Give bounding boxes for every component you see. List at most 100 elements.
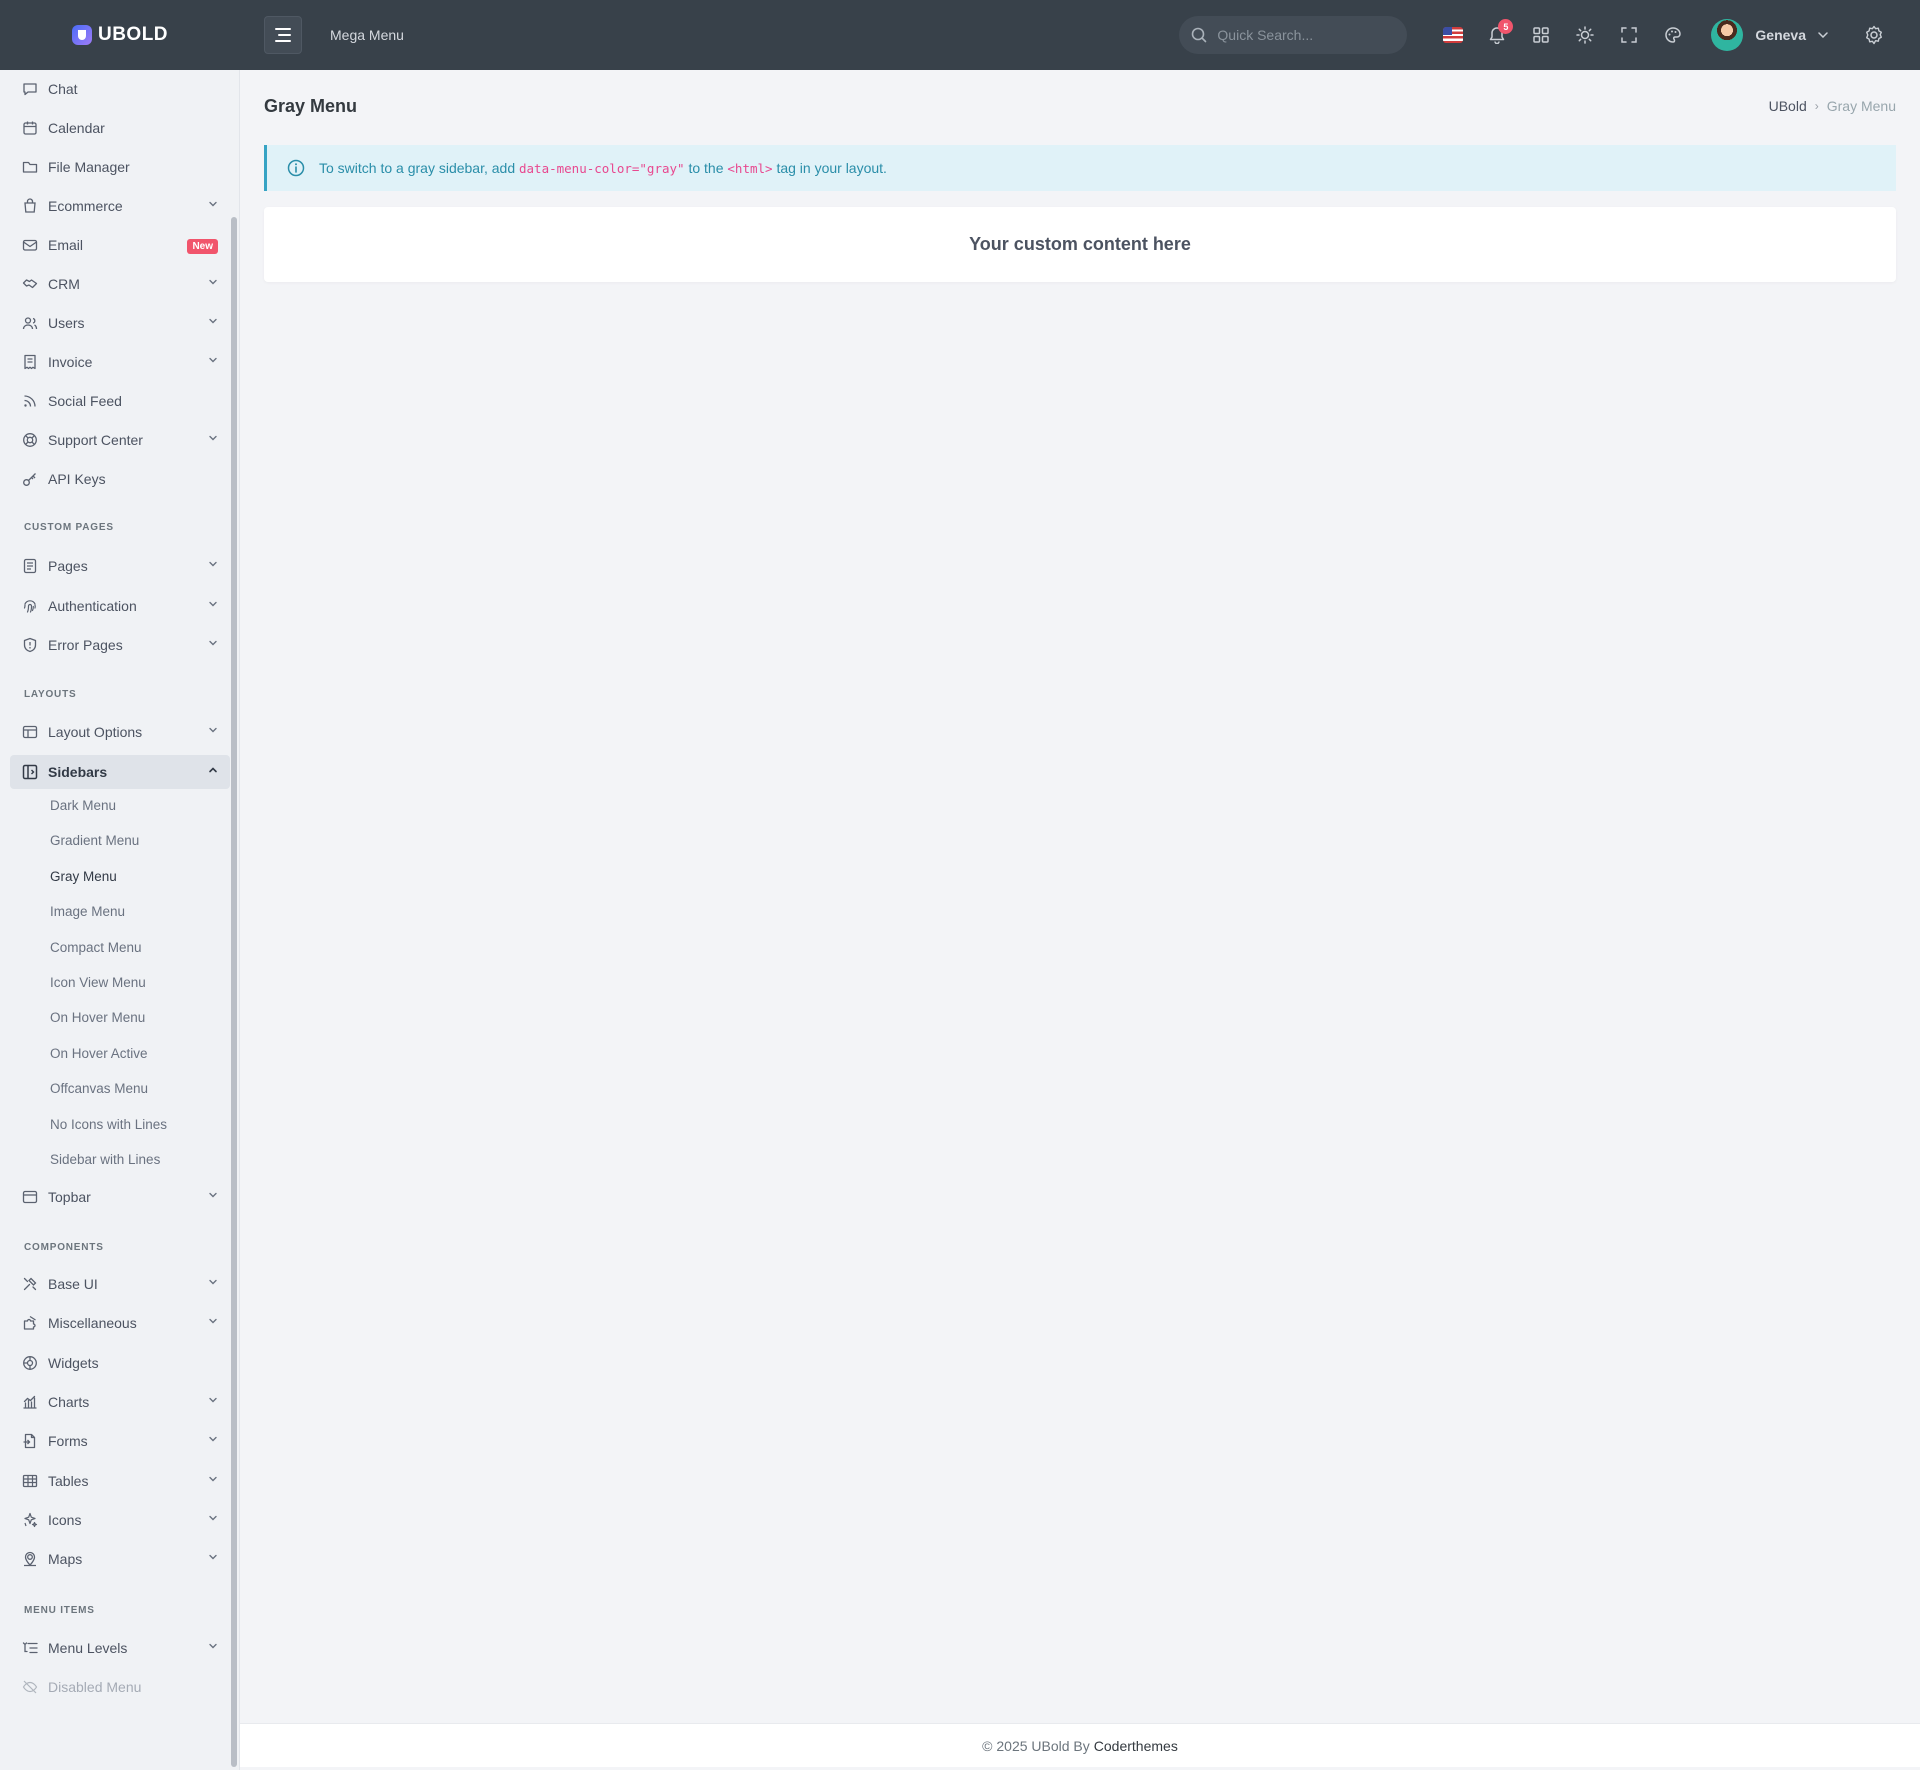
submenu-item-no-icons-with-lines[interactable]: No Icons with Lines [50, 1117, 167, 1132]
sidebar-item-error-pages[interactable]: Error Pages [10, 628, 230, 662]
sidebar-item-file-manager[interactable]: File Manager [10, 150, 230, 184]
breadcrumb-home-link[interactable]: UBold [1769, 98, 1807, 114]
hamburger-icon [275, 28, 291, 42]
chevron-right-icon: › [1814, 99, 1819, 113]
alert-text: To switch to a gray sidebar, add data-me… [319, 160, 887, 176]
invoice-icon [22, 354, 38, 370]
info-alert: To switch to a gray sidebar, add data-me… [264, 145, 1896, 191]
page-title: Gray Menu [264, 96, 358, 116]
footer: © 2025 UBold By Coderthemes [240, 1723, 1920, 1767]
sidebar-item-tables[interactable]: Tables [10, 1464, 230, 1498]
chevron-down-icon [209, 561, 217, 567]
language-selector[interactable] [1431, 13, 1475, 57]
window-icon [22, 1189, 38, 1205]
mega-menu-link[interactable]: Mega Menu [330, 27, 404, 43]
brand-logo[interactable]: UBOLD [0, 24, 240, 46]
footer-copyright: © 2025 UBold By [982, 1737, 1090, 1754]
chevron-down-icon [209, 640, 217, 646]
sidebar-item-label: Forms [48, 1433, 88, 1450]
sidebar-item-label: Ecommerce [48, 198, 123, 214]
sidebar-item-label: Error Pages [48, 637, 123, 653]
sidebar-item-topbar[interactable]: Topbar [10, 1180, 230, 1214]
submenu-item-offcanvas-menu[interactable]: Offcanvas Menu [50, 1081, 148, 1096]
footer-brand-link[interactable]: Coderthemes [1094, 1738, 1178, 1754]
topbar: UBOLD Mega Menu 5 Geneva [0, 0, 1920, 70]
search-icon [1192, 27, 1207, 43]
sidebar-item-users[interactable]: Users [10, 306, 230, 340]
sidebar-item-pages[interactable]: Pages [10, 549, 230, 583]
user-menu[interactable]: Geneva [1711, 19, 1828, 51]
sidebar-item-label: Miscellaneous [48, 1315, 137, 1332]
sidebar-item-menu-levels[interactable]: Menu Levels [10, 1631, 230, 1665]
theme-toggle-button[interactable] [1563, 13, 1607, 57]
submenu-item-sidebar-with-lines[interactable]: Sidebar with Lines [50, 1152, 160, 1167]
sidebar-item-label: API Keys [48, 471, 106, 487]
chevron-down-icon [209, 1397, 217, 1403]
apps-button[interactable] [1519, 13, 1563, 57]
widget-icon [22, 1355, 38, 1371]
fullscreen-icon [1621, 27, 1638, 43]
submenu-item-on-hover-menu[interactable]: On Hover Menu [50, 1010, 145, 1025]
sidebar-item-api-keys[interactable]: API Keys [10, 462, 230, 496]
submenu-item-dark-menu[interactable]: Dark Menu [50, 798, 116, 813]
alert-text-prefix: To switch to a gray sidebar, add [319, 160, 516, 176]
notifications-button[interactable]: 5 [1475, 13, 1519, 57]
sidebar-item-support-center[interactable]: Support Center [10, 423, 230, 457]
chevron-down-icon [209, 1436, 217, 1442]
sidebar-item-label: Base UI [48, 1276, 98, 1292]
settings-button[interactable] [1852, 13, 1896, 57]
chevron-down-icon [209, 1554, 217, 1560]
sidebar-item-label: Pages [48, 558, 88, 574]
lifebuoy-icon [22, 432, 38, 448]
submenu-item-gradient-menu[interactable]: Gradient Menu [50, 833, 139, 848]
breadcrumb: UBold › Gray Menu [1769, 98, 1896, 114]
sidebar-item-chat[interactable]: Chat [10, 72, 230, 106]
sidebar-item-icons[interactable]: Icons [10, 1503, 230, 1537]
search-box[interactable] [1179, 16, 1408, 54]
sidebar-item-miscellaneous[interactable]: Miscellaneous [10, 1306, 230, 1340]
sidebar-item-label: Menu Levels [48, 1640, 128, 1656]
file-icon [22, 558, 38, 574]
palette-button[interactable] [1651, 13, 1695, 57]
search-input[interactable] [1217, 27, 1388, 43]
submenu-item-on-hover-active[interactable]: On Hover Active [50, 1046, 148, 1061]
chevron-down-icon [209, 1643, 217, 1649]
sidebar-item-charts[interactable]: Charts [10, 1385, 230, 1419]
sidebar-item-widgets[interactable]: Widgets [10, 1346, 230, 1380]
submenu-item-compact-menu[interactable]: Compact Menu [50, 940, 142, 955]
breadcrumb-current: Gray Menu [1826, 98, 1896, 114]
sidebar-item-authentication[interactable]: Authentication [10, 589, 230, 623]
sidebar-scrollbar[interactable] [231, 217, 237, 1767]
sidebar-item-invoice[interactable]: Invoice [10, 345, 230, 379]
sidebar-item-calendar[interactable]: Calendar [10, 111, 230, 145]
chevron-down-icon [209, 1279, 217, 1285]
sidebar-toggle-button[interactable] [264, 16, 302, 54]
brand-name: UBOLD [97, 24, 169, 45]
sidebar-item-email[interactable]: Email New [10, 228, 230, 262]
submenu-item-gray-menu[interactable]: Gray Menu [50, 869, 117, 884]
sidebar-item-forms[interactable]: Forms [10, 1424, 230, 1458]
sidebar-item-crm[interactable]: CRM [10, 267, 230, 301]
chevron-down-icon [209, 1476, 217, 1481]
fullscreen-button[interactable] [1607, 13, 1651, 57]
sidebar-item-sidebars[interactable]: Sidebars [10, 755, 230, 789]
sparkle-icon [22, 1512, 38, 1528]
sidebar-item-label: Calendar [48, 120, 105, 136]
submenu-item-icon-view-menu[interactable]: Icon View Menu [50, 975, 146, 990]
section-title-components: COMPONENTS [24, 1242, 104, 1253]
sidebar-item-base-ui[interactable]: Base UI [10, 1267, 230, 1301]
chevron-down-icon [209, 1192, 217, 1198]
sidebar-item-ecommerce[interactable]: Ecommerce [10, 189, 230, 223]
list-levels-icon [22, 1640, 38, 1656]
sidebar-item-maps[interactable]: Maps [10, 1542, 230, 1576]
sidebar-item-label: Invoice [48, 354, 93, 370]
submenu-item-image-menu[interactable]: Image Menu [50, 904, 125, 919]
sidebar-item-layout-options[interactable]: Layout Options [10, 715, 230, 749]
sidebar-item-label: Authentication [48, 597, 137, 614]
alert-text-suffix: tag in your layout. [776, 160, 887, 176]
sidebar-item-label: File Manager [48, 159, 130, 175]
us-flag-icon [1443, 27, 1464, 43]
sidebar-item-label: Charts [48, 1393, 90, 1410]
alert-text-mid: to the [688, 160, 724, 176]
sidebar-item-social-feed[interactable]: Social Feed [10, 384, 230, 418]
